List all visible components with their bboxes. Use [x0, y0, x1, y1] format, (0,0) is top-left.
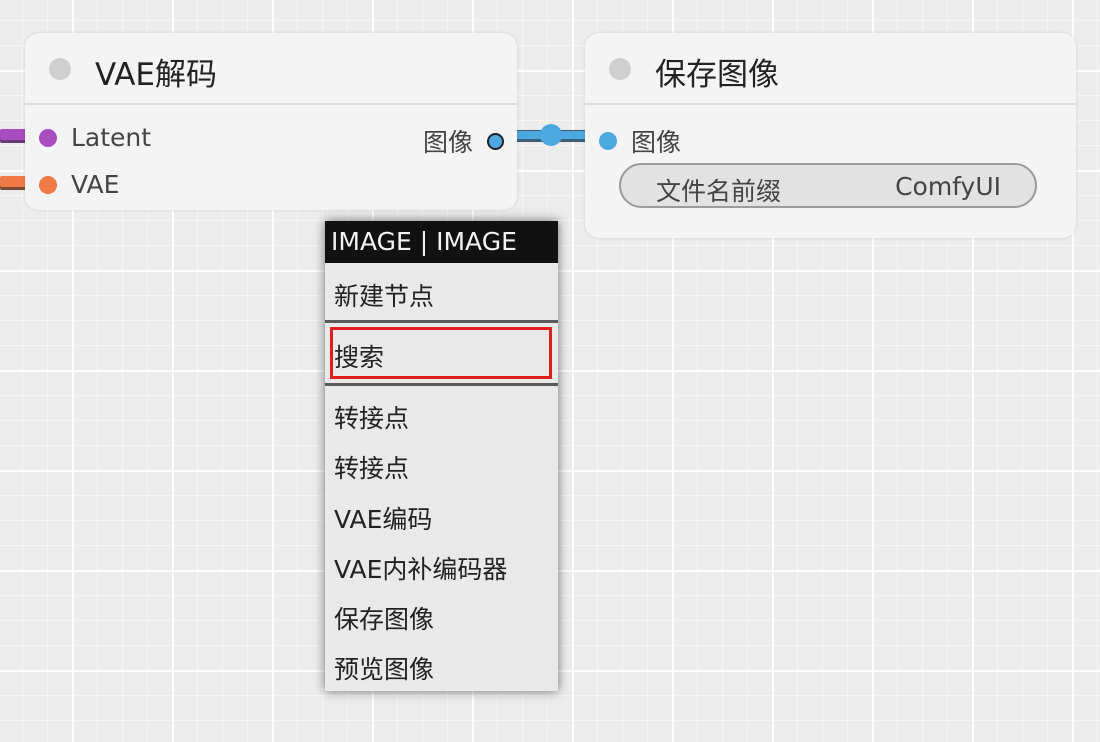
menu-item-vae-encode[interactable]: VAE编码 — [334, 500, 432, 536]
graph-canvas[interactable]: VAE解码 Latent VAE 图像 保存图像 图像 文件名前缀 ComfyU… — [0, 0, 1100, 742]
node-header[interactable]: 保存图像 — [585, 33, 1076, 105]
menu-item-reroute[interactable]: 转接点 — [334, 399, 409, 435]
input-slot-vae[interactable]: VAE — [39, 170, 119, 199]
menu-item-reroute-2[interactable]: 转接点 — [334, 449, 409, 485]
collapse-dot-icon[interactable] — [609, 58, 631, 80]
collapse-dot-icon[interactable] — [49, 58, 71, 80]
filename-prefix-widget[interactable]: 文件名前缀 ComfyUI — [619, 163, 1037, 208]
vae-decode-node[interactable]: VAE解码 Latent VAE 图像 — [25, 33, 517, 210]
output-label-image: 图像 — [422, 128, 473, 157]
menu-item-new-node[interactable]: 新建节点 — [334, 277, 434, 313]
input-label-latent: Latent — [71, 123, 152, 152]
node-title: 保存图像 — [655, 57, 779, 93]
context-menu: IMAGE | IMAGE 新建节点 搜索 转接点 转接点 VAE编码 VAE内… — [325, 221, 558, 691]
node-title: VAE解码 — [95, 57, 218, 93]
menu-item-search[interactable]: 搜索 — [334, 338, 384, 374]
output-slot-image[interactable]: 图像 — [423, 123, 504, 159]
node-header[interactable]: VAE解码 — [25, 33, 517, 105]
save-image-node[interactable]: 保存图像 图像 文件名前缀 ComfyUI — [585, 33, 1076, 238]
menu-item-vae-inpaint-encoder[interactable]: VAE内补编码器 — [334, 550, 507, 586]
input-label-vae: VAE — [71, 170, 120, 199]
link-center-handle[interactable] — [540, 124, 562, 146]
widget-value: ComfyUI — [895, 172, 1001, 201]
menu-separator — [325, 383, 558, 386]
image-output-dot-icon[interactable] — [487, 132, 504, 150]
latent-input-dot-icon[interactable] — [39, 128, 57, 147]
widget-label: 文件名前缀 — [656, 177, 782, 206]
menu-title: IMAGE | IMAGE — [325, 221, 558, 263]
menu-item-save-image[interactable]: 保存图像 — [334, 600, 434, 636]
menu-item-preview-image[interactable]: 预览图像 — [334, 650, 434, 686]
input-label-image: 图像 — [631, 128, 682, 157]
input-slot-image[interactable]: 图像 — [599, 123, 681, 159]
vae-input-dot-icon[interactable] — [39, 175, 57, 194]
image-input-dot-icon[interactable] — [599, 132, 617, 150]
input-slot-latent[interactable]: Latent — [39, 123, 151, 152]
menu-separator — [325, 320, 558, 323]
